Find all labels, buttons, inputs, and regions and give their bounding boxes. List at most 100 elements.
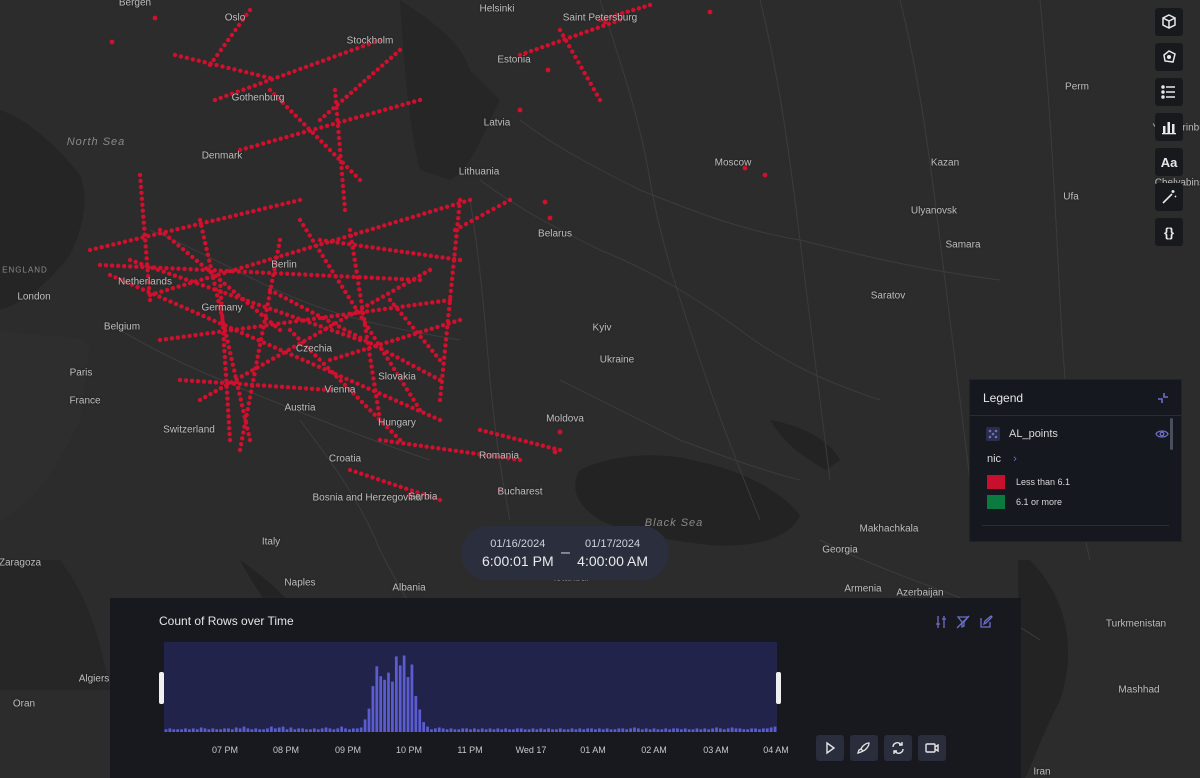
collapse-icon[interactable] bbox=[1157, 392, 1169, 404]
edit-icon[interactable] bbox=[979, 615, 993, 629]
al-point bbox=[239, 403, 245, 408]
histogram-bar bbox=[394, 656, 398, 732]
al-point bbox=[286, 70, 292, 76]
code-editor-button[interactable]: {} bbox=[1155, 218, 1183, 246]
al-point bbox=[339, 354, 344, 359]
al-point bbox=[248, 269, 254, 275]
al-point bbox=[311, 316, 317, 321]
al-point bbox=[181, 334, 186, 339]
al-point bbox=[246, 85, 252, 90]
histogram-chart[interactable] bbox=[164, 642, 777, 732]
end-time: 01/17/2024 4:00:00 AM bbox=[577, 538, 648, 569]
al-point bbox=[591, 87, 597, 92]
legend-layer-row[interactable]: AL_points bbox=[970, 416, 1181, 441]
al-point bbox=[277, 237, 283, 243]
loop-button[interactable] bbox=[884, 735, 912, 761]
al-point bbox=[204, 275, 210, 281]
histogram-bar bbox=[465, 728, 468, 732]
draw-polygon-button[interactable] bbox=[1155, 43, 1183, 71]
start-date-text: 01/16/2024 bbox=[490, 537, 546, 550]
layers-list-button[interactable] bbox=[1155, 78, 1183, 106]
histogram-bar bbox=[172, 729, 176, 732]
al-point bbox=[339, 165, 344, 171]
al-point bbox=[411, 99, 417, 104]
al-point bbox=[337, 141, 342, 147]
al-point bbox=[359, 113, 365, 119]
al-point bbox=[241, 430, 246, 435]
al-point bbox=[180, 247, 186, 252]
al-point bbox=[322, 113, 327, 119]
al-point bbox=[330, 370, 335, 375]
al-point bbox=[190, 254, 195, 260]
al-point bbox=[286, 347, 292, 352]
histogram-bar bbox=[285, 729, 289, 732]
al-point bbox=[355, 275, 360, 280]
histogram-bar bbox=[270, 726, 273, 732]
play-button[interactable] bbox=[816, 735, 844, 761]
al-point bbox=[338, 159, 344, 165]
al-point bbox=[376, 411, 382, 417]
al-point bbox=[246, 325, 251, 330]
legend-scrollbar[interactable] bbox=[1170, 418, 1173, 450]
histogram-bar bbox=[312, 728, 316, 732]
cube-button[interactable] bbox=[1155, 8, 1183, 36]
x-tick-label: Wed 17 bbox=[515, 745, 547, 755]
histogram-bar bbox=[687, 729, 691, 732]
time-range-display[interactable]: 01/16/2024 6:00:01 PM – 01/17/2024 4:00:… bbox=[461, 526, 669, 580]
histogram-bar bbox=[578, 728, 582, 732]
al-point bbox=[256, 348, 262, 354]
al-point bbox=[506, 434, 511, 440]
range-handle-right[interactable] bbox=[776, 672, 781, 704]
al-point bbox=[343, 289, 348, 295]
al-point bbox=[335, 313, 340, 318]
al-point bbox=[267, 287, 273, 293]
al-point bbox=[388, 105, 394, 111]
al-point bbox=[226, 420, 232, 425]
al-point bbox=[99, 245, 104, 250]
al-point bbox=[440, 255, 445, 260]
al-point bbox=[240, 297, 246, 302]
al-point bbox=[397, 437, 403, 443]
range-handle-left[interactable] bbox=[159, 672, 164, 704]
al-point bbox=[360, 310, 366, 316]
magic-wand-button[interactable] bbox=[1155, 183, 1183, 211]
al-point bbox=[392, 482, 398, 488]
al-point bbox=[259, 312, 264, 317]
text-style-button[interactable]: Aa bbox=[1155, 148, 1183, 176]
al-point bbox=[333, 99, 339, 105]
histogram-bar bbox=[504, 728, 508, 732]
al-point bbox=[285, 385, 291, 390]
al-point bbox=[336, 135, 342, 141]
eye-icon[interactable] bbox=[1155, 429, 1169, 439]
start-time-text: 6:00:01 PM bbox=[482, 552, 554, 569]
al-point bbox=[391, 366, 397, 372]
chart-button[interactable] bbox=[1155, 113, 1183, 141]
sliders-icon[interactable] bbox=[934, 615, 948, 629]
al-point bbox=[233, 213, 239, 218]
histogram-bar bbox=[750, 728, 753, 732]
speed-button[interactable] bbox=[850, 735, 878, 761]
al-point bbox=[349, 379, 355, 384]
al-point bbox=[320, 58, 326, 63]
no-filter-icon[interactable] bbox=[956, 615, 970, 629]
al-point bbox=[400, 102, 405, 108]
al-point bbox=[221, 342, 227, 348]
al-point bbox=[459, 449, 464, 454]
al-point bbox=[560, 33, 566, 38]
al-point bbox=[307, 128, 312, 133]
legend-field-row[interactable]: nic › bbox=[970, 441, 1181, 465]
al-point bbox=[291, 385, 297, 390]
al-point bbox=[374, 394, 379, 399]
al-point bbox=[457, 257, 463, 263]
al-point bbox=[389, 429, 394, 434]
al-point bbox=[273, 290, 278, 296]
record-button[interactable] bbox=[918, 735, 946, 761]
al-point bbox=[245, 406, 250, 412]
histogram-bar bbox=[355, 728, 359, 732]
al-point bbox=[207, 379, 213, 385]
al-point bbox=[349, 169, 354, 174]
histogram-bar bbox=[758, 729, 761, 732]
al-point bbox=[206, 316, 212, 321]
region-label: ENGLAND bbox=[2, 265, 48, 275]
al-point bbox=[175, 335, 180, 340]
